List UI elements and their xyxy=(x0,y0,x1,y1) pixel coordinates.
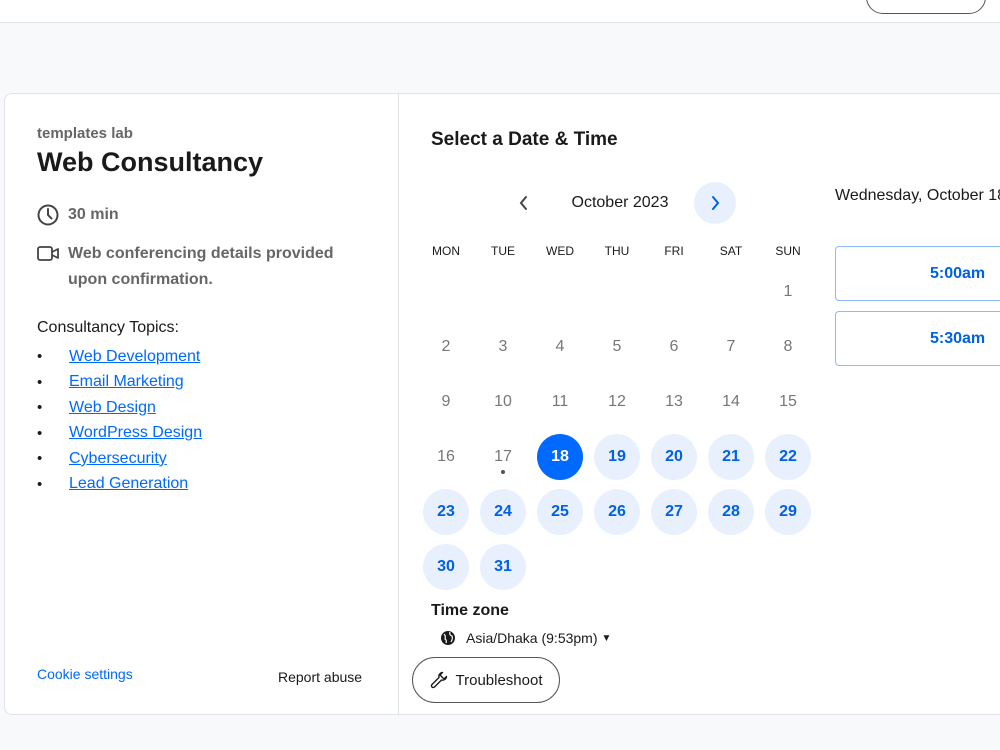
topic-item: • Lead Generation xyxy=(37,475,189,493)
calendar-day: 16 xyxy=(437,448,455,465)
time-slot-button[interactable]: 5:00am xyxy=(835,246,1000,301)
topic-item: • Web Design xyxy=(37,398,156,417)
top-bar-button[interactable] xyxy=(866,0,986,14)
calendar-day-available[interactable]: 24 xyxy=(480,489,526,535)
calendar-title: Select a Date & Time xyxy=(431,129,618,150)
caret-down-icon: ▼ xyxy=(601,632,612,644)
weekday-mon: MON xyxy=(432,244,460,258)
topic-item: • Web Development xyxy=(37,347,201,366)
wrench-icon xyxy=(430,671,447,689)
weekday-header: MON TUE WED THU FRI SAT SUN xyxy=(418,244,818,264)
calendar-day: 5 xyxy=(612,338,622,355)
topic-item: • Email Marketing xyxy=(37,373,184,391)
weekday-sun: SUN xyxy=(775,244,801,258)
month-navigation: October 2023 xyxy=(431,182,811,224)
weekday-sat: SAT xyxy=(719,244,743,258)
calendar-day-available[interactable]: 19 xyxy=(594,434,640,480)
calendar-day: 8 xyxy=(783,338,793,355)
conferencing-text: Web conferencing details provided upon c… xyxy=(68,245,334,288)
calendar-day: 7 xyxy=(726,338,736,355)
calendar-day: 1 xyxy=(783,283,793,300)
clock-icon xyxy=(37,204,59,226)
topic-link-web-design[interactable]: Web Design xyxy=(69,399,156,417)
calendar-day-available[interactable]: 21 xyxy=(708,434,754,480)
topic-item: • WordPress Design xyxy=(37,424,203,442)
calendar-day-available[interactable]: 27 xyxy=(651,489,697,535)
month-label: October 2023 xyxy=(571,194,669,211)
chevron-right-icon xyxy=(712,196,720,210)
calendar-grid: 1 2 3 4 5 6 7 8 9 10 11 12 13 14 15 16 1… xyxy=(418,264,818,604)
next-month-button[interactable] xyxy=(694,182,736,224)
calendar-day: 6 xyxy=(669,338,679,355)
calendar-day: 13 xyxy=(665,393,683,410)
weekday-wed: WED xyxy=(546,244,574,258)
calendar-day: 3 xyxy=(498,338,508,355)
topics-heading: Consultancy Topics: xyxy=(37,319,179,336)
topic-link-cybersecurity[interactable]: Cybersecurity xyxy=(69,450,167,468)
troubleshoot-button[interactable]: Troubleshoot xyxy=(412,657,560,703)
scheduling-card: templates lab Web Consultancy 30 min Web… xyxy=(4,93,1000,715)
timezone-selector[interactable]: Asia/Dhaka (9:53pm) ▼ xyxy=(440,630,611,646)
calendar-day: 11 xyxy=(551,393,569,410)
calendar-day: 2 xyxy=(441,338,451,355)
calendar-day-available[interactable]: 29 xyxy=(765,489,811,535)
chevron-left-icon xyxy=(519,196,527,210)
topic-link-wordpress-design[interactable]: WordPress Design xyxy=(69,424,202,442)
video-camera-icon xyxy=(37,246,59,261)
calendar-day-label: 17 xyxy=(494,448,512,465)
calendar-day-available[interactable]: 31 xyxy=(480,544,526,590)
timezone-heading: Time zone xyxy=(431,602,509,619)
cookie-settings-link[interactable]: Cookie settings xyxy=(37,666,133,682)
calendar-day-selected[interactable]: 18 xyxy=(537,434,583,480)
duration-row: 30 min xyxy=(37,204,119,226)
calendar-day-available[interactable]: 26 xyxy=(594,489,640,535)
selected-date-heading: Wednesday, October 18 xyxy=(835,187,1000,204)
calendar-day: 4 xyxy=(555,338,565,355)
calendar-day-available[interactable]: 23 xyxy=(423,489,469,535)
today-indicator xyxy=(501,470,505,474)
troubleshoot-label: Troubleshoot xyxy=(455,671,543,689)
weekday-thu: THU xyxy=(604,244,630,258)
organizer-name: templates lab xyxy=(37,125,133,142)
calendar-day-available[interactable]: 28 xyxy=(708,489,754,535)
event-details-panel: templates lab Web Consultancy 30 min Web… xyxy=(5,94,399,714)
topic-link-email-marketing[interactable]: Email Marketing xyxy=(69,373,184,391)
weekday-tue: TUE xyxy=(491,244,515,258)
conferencing-row: Web conferencing details provided upon c… xyxy=(37,245,358,293)
duration-text: 30 min xyxy=(68,206,119,223)
report-abuse-link[interactable]: Report abuse xyxy=(278,669,362,685)
topic-link-lead-generation[interactable]: Lead Generation xyxy=(69,475,188,493)
weekday-fri: FRI xyxy=(664,244,684,258)
calendar-day: 10 xyxy=(494,393,512,410)
timezone-value: Asia/Dhaka (9:53pm) xyxy=(466,630,598,646)
time-slot-button[interactable]: 5:30am xyxy=(835,311,1000,366)
calendar-day-available[interactable]: 20 xyxy=(651,434,697,480)
calendar-day-available[interactable]: 25 xyxy=(537,489,583,535)
globe-icon xyxy=(441,631,455,645)
event-title: Web Consultancy xyxy=(37,147,264,177)
topic-item: • Cybersecurity xyxy=(37,449,167,468)
calendar-day-available[interactable]: 30 xyxy=(423,544,469,590)
calendar-day-available[interactable]: 22 xyxy=(765,434,811,480)
top-bar xyxy=(0,0,1000,23)
previous-month-button[interactable] xyxy=(503,182,545,224)
topics-list: • Web Development • Email Marketing • Web D… xyxy=(37,344,202,497)
topic-link-web-development[interactable]: Web Development xyxy=(69,348,200,366)
calendar-day: 14 xyxy=(722,393,740,410)
calendar-day: 15 xyxy=(779,393,797,410)
calendar-day: 9 xyxy=(441,393,451,410)
calendar-day: 12 xyxy=(608,393,626,410)
calendar-day-today: 17 xyxy=(480,434,526,480)
